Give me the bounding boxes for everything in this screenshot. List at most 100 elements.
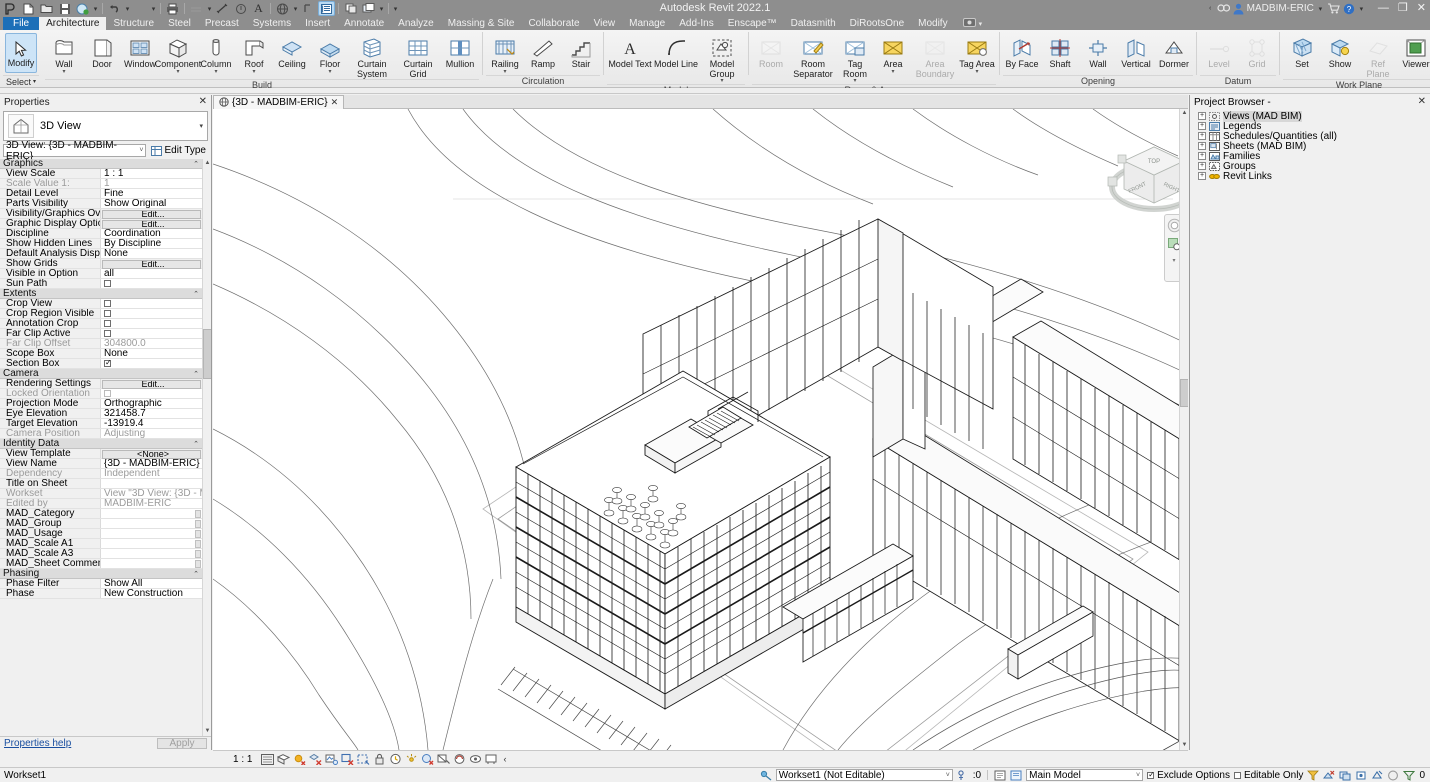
wall-button[interactable]: Wall ▾ — [45, 32, 83, 75]
room-separator-button[interactable]: Room Separator — [790, 32, 836, 79]
cart-icon[interactable] — [1327, 3, 1340, 14]
property-row[interactable]: Title on Sheet — [0, 479, 202, 489]
chevron-down-icon[interactable]: ˅ — [139, 147, 143, 154]
view-tab-3d[interactable]: {3D - MADBIM-ERIC} ✕ — [213, 94, 345, 109]
tool-dropdown-caret-icon[interactable]: ▾ — [176, 69, 179, 75]
ribbon-tab-structure[interactable]: Structure — [106, 17, 161, 30]
property-value[interactable]: New Construction — [101, 589, 202, 598]
drag-elements-icon[interactable] — [1387, 769, 1399, 781]
switch-window-icon[interactable] — [360, 1, 377, 16]
browser-node-sheets-mad-bim[interactable]: + Sheets (MAD BIM) — [1194, 141, 1430, 152]
new-file-icon[interactable] — [20, 1, 37, 16]
filter-icon[interactable] — [1403, 769, 1416, 781]
model-line-button[interactable]: Model Line — [653, 32, 699, 70]
property-value[interactable]: Independent — [101, 469, 202, 478]
view-control-bar-more[interactable]: ‹ — [500, 754, 506, 764]
property-checkbox[interactable] — [101, 389, 202, 398]
property-value-input[interactable] — [101, 519, 202, 528]
collapse-icon[interactable]: ⌃ — [193, 370, 199, 378]
save-as-cloud-icon[interactable] — [74, 1, 91, 16]
dormer-opening-button[interactable]: Dormer — [1155, 32, 1193, 70]
design-options-icon[interactable] — [994, 769, 1006, 781]
design-option-selector[interactable]: Main Model ˅ — [1026, 769, 1144, 781]
open-file-icon[interactable] — [38, 1, 55, 16]
browser-node-revit-links[interactable]: + Revit Links — [1194, 171, 1430, 182]
curtain-system-button[interactable]: Curtain System — [349, 32, 395, 79]
worksets-icon[interactable] — [760, 769, 772, 781]
property-row[interactable]: Annotation Crop — [0, 319, 202, 329]
property-row[interactable]: Dependency Independent — [0, 469, 202, 479]
browser-node-families[interactable]: + Families — [1194, 151, 1430, 162]
section-icon[interactable] — [300, 1, 317, 16]
switch-window-dropdown-caret[interactable]: ▾ — [378, 5, 385, 13]
temporary-view-properties-icon[interactable] — [420, 752, 434, 766]
property-group-header[interactable]: Graphics ⌃ — [0, 159, 202, 169]
print-icon[interactable] — [164, 1, 181, 16]
save-dropdown-caret[interactable]: ▾ — [92, 5, 99, 13]
detail-level-icon[interactable] — [260, 752, 274, 766]
property-row[interactable]: Crop View — [0, 299, 202, 309]
scroll-up-icon[interactable]: ▲ — [1180, 109, 1188, 118]
property-row[interactable]: Far Clip Active — [0, 329, 202, 339]
filter-selection-icon[interactable] — [1307, 769, 1320, 781]
search-caret-icon[interactable]: ‹ — [1207, 5, 1214, 12]
property-row[interactable]: Phase Filter Show All — [0, 579, 202, 589]
property-value[interactable]: Adjusting — [101, 429, 202, 438]
checkbox-box[interactable] — [104, 280, 111, 287]
properties-scrollbar[interactable]: ▲ ▼ — [202, 159, 211, 736]
tag-area-button[interactable]: Tag Area ▾ — [958, 32, 996, 75]
property-value-input[interactable] — [101, 529, 202, 538]
property-checkbox[interactable] — [101, 279, 202, 288]
select-by-face-icon[interactable] — [1371, 769, 1383, 781]
ribbon-tab-massing-site[interactable]: Massing & Site — [441, 17, 522, 30]
expand-icon[interactable]: + — [1198, 132, 1206, 140]
property-value-input[interactable] — [101, 509, 202, 518]
property-value[interactable]: None — [101, 249, 202, 258]
property-row[interactable]: Show Grids Edit... — [0, 259, 202, 269]
rendering-dialog-icon[interactable] — [324, 752, 338, 766]
redo-dropdown-caret[interactable]: ▾ — [150, 5, 157, 13]
property-value[interactable]: -13919.4 — [101, 419, 202, 428]
show-crop-region-icon[interactable] — [356, 752, 370, 766]
property-row[interactable]: View Scale 1 : 1 — [0, 169, 202, 179]
thin-lines-icon[interactable] — [318, 1, 335, 16]
chevron-down-icon[interactable]: ▾ — [199, 122, 203, 130]
roof-button[interactable]: Roof ▾ — [235, 32, 273, 75]
property-value-input[interactable] — [101, 539, 202, 548]
mullion-button[interactable]: Mullion — [441, 32, 479, 70]
vertical-opening-button[interactable]: Vertical — [1117, 32, 1155, 70]
select-panel-title[interactable]: Select ▾ — [3, 75, 39, 87]
checkbox-box[interactable] — [104, 300, 111, 307]
scroll-down-icon[interactable]: ▼ — [203, 727, 211, 736]
chevron-down-icon[interactable]: ˅ — [1136, 772, 1140, 779]
close-icon[interactable]: ✕ — [1418, 97, 1426, 107]
property-edit-button[interactable]: Edit... — [102, 259, 201, 269]
select-pinned-icon[interactable] — [1355, 769, 1367, 781]
property-value[interactable]: By Discipline — [101, 239, 202, 248]
default-3d-view-icon[interactable] — [274, 1, 291, 16]
property-row[interactable]: Discipline Coordination — [0, 229, 202, 239]
property-group-header[interactable]: Phasing ⌃ — [0, 568, 202, 579]
property-value[interactable]: View "3D View: {3D - MADBI... — [101, 489, 202, 498]
save-icon[interactable] — [56, 1, 73, 16]
editing-requests-icon[interactable] — [957, 769, 969, 781]
tag-room-button[interactable]: Tag Room ▾ — [836, 32, 874, 84]
modify-button[interactable]: Modify — [5, 33, 37, 73]
property-row[interactable]: Eye Elevation 321458.7 — [0, 409, 202, 419]
property-row[interactable]: Far Clip Offset 304800.0 — [0, 339, 202, 349]
property-value[interactable]: Fine — [101, 189, 202, 198]
ribbon-tab-datasmith[interactable]: Datasmith — [784, 17, 843, 30]
search-icon[interactable] — [1217, 3, 1230, 14]
property-value[interactable]: MADBIM-ERIC — [101, 499, 202, 508]
properties-type-selector[interactable]: 3D View: {3D - MADBIM-ERIC} ˅ — [3, 140, 147, 162]
property-value[interactable]: 1 — [101, 179, 202, 188]
property-edit-button[interactable]: Edit... — [102, 209, 201, 219]
floor-button[interactable]: Floor ▾ — [311, 32, 349, 75]
property-row[interactable]: Parts Visibility Show Original — [0, 199, 202, 209]
properties-type-box[interactable]: 3D View ▾ — [3, 111, 208, 141]
shadows-off-icon[interactable] — [308, 752, 322, 766]
property-value[interactable]: Show All — [101, 579, 202, 588]
close-button[interactable]: ✕ — [1417, 0, 1426, 17]
undo-dropdown-caret[interactable]: ▾ — [124, 5, 131, 13]
expand-icon[interactable]: + — [1198, 142, 1206, 150]
